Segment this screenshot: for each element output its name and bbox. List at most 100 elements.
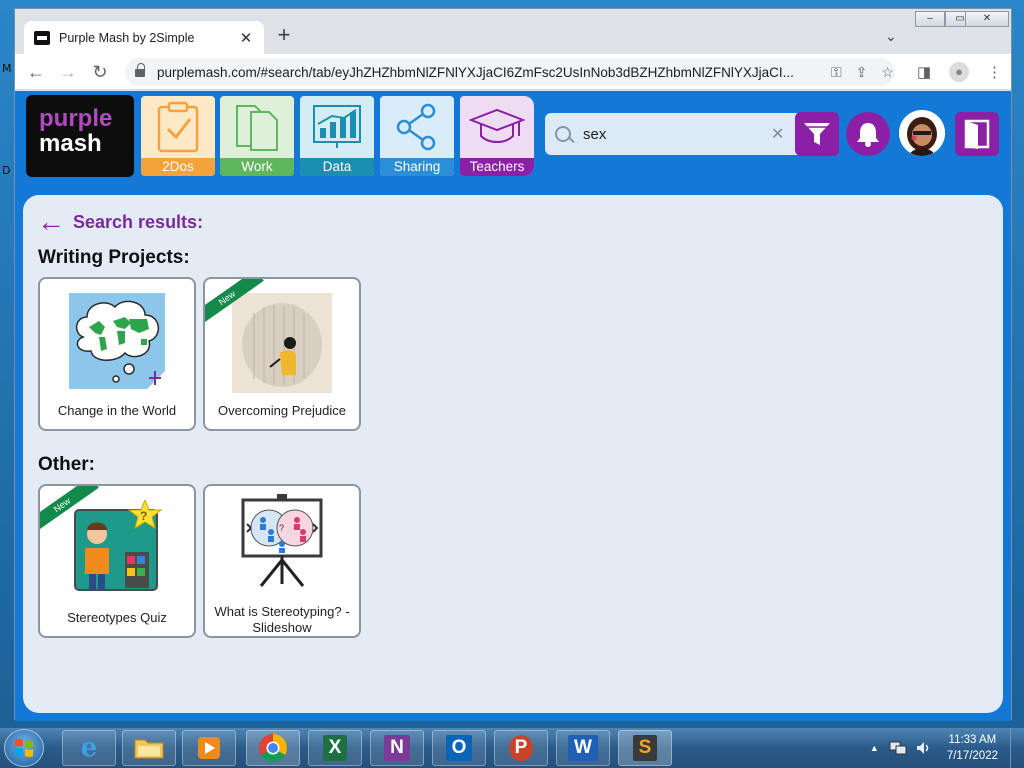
search-results-panel: ← Search results: Writing Projects: Chan… xyxy=(23,195,1003,713)
excel-icon: X xyxy=(322,735,348,761)
purple-mash-app: purple mash 2Dos Work Data Sharing Teach… xyxy=(15,91,1011,721)
result-card-what-is-stereotyping[interactable]: ? What is Stereotyping? - Slideshow xyxy=(203,484,361,638)
tab-close-button[interactable]: ✕ xyxy=(238,29,254,47)
logout-button[interactable] xyxy=(955,112,999,156)
profile-avatar-icon[interactable]: ● xyxy=(949,62,969,82)
back-arrow-icon: ← xyxy=(37,206,65,237)
nav-2dos-label: 2Dos xyxy=(141,158,215,176)
prejudice-illustration-icon xyxy=(205,293,359,397)
desktop-edge-text: M xyxy=(2,62,12,75)
new-tab-button[interactable]: + xyxy=(273,24,295,47)
result-card-caption: Overcoming Prejudice xyxy=(218,403,346,418)
slideshow-easel-icon: ? xyxy=(205,494,359,598)
url-text[interactable]: purplemash.com/#search/tab/eyJhZHZhbmNlZ… xyxy=(157,65,817,80)
ie-icon: e xyxy=(80,733,98,763)
search-results-title: Search results: xyxy=(73,211,204,232)
search-box: ✕ xyxy=(545,113,805,155)
purple-mash-logo[interactable]: purple mash xyxy=(26,95,134,177)
back-to-search-button[interactable]: ← Search results: xyxy=(37,206,204,237)
browser-tab[interactable]: Purple Mash by 2Simple ✕ xyxy=(24,21,264,54)
logo-line-1: purple xyxy=(39,105,113,132)
browser-toolbar: ← → ↻ purplemash.com/#search/tab/eyJhZHZ… xyxy=(15,54,1011,90)
nav-sharing[interactable]: Sharing xyxy=(380,96,454,176)
taskbar-powerpoint[interactable]: P xyxy=(494,730,548,766)
taskbar-onenote[interactable]: N xyxy=(370,730,424,766)
key-icon[interactable]: ⚿ xyxy=(831,64,842,81)
show-hidden-icons-icon[interactable]: ▲ xyxy=(870,743,879,753)
avatar-face-icon xyxy=(899,110,945,156)
side-panel-icon[interactable]: ◨ xyxy=(917,63,931,81)
sublime-text-icon: S xyxy=(632,735,658,761)
result-card-caption: Stereotypes Quiz xyxy=(67,610,167,625)
search-icon xyxy=(555,126,571,142)
clipboard-check-icon xyxy=(141,96,215,158)
nav-teachers-label: Teachers xyxy=(460,158,534,176)
nav-sharing-label: Sharing xyxy=(380,158,454,176)
network-icon[interactable] xyxy=(889,740,907,756)
taskbar-excel[interactable]: X xyxy=(308,730,362,766)
svg-text:?: ? xyxy=(279,523,284,533)
taskbar-sublime[interactable]: S xyxy=(618,730,672,766)
chrome-icon xyxy=(259,734,287,762)
share-network-icon xyxy=(380,96,454,158)
back-button[interactable]: ← xyxy=(25,61,47,83)
share-icon[interactable]: ⇪ xyxy=(856,64,868,81)
result-card-caption: Change in the World xyxy=(57,403,177,418)
windows-taskbar: e X N O P W S ▲ 11:33 AM 7/17/2022 xyxy=(0,728,1024,768)
start-button[interactable] xyxy=(4,729,44,767)
tab-search-button[interactable]: ⌄ xyxy=(885,28,897,45)
browser-window: Purple Mash by 2Simple ✕ + ⌄ – ▭ ✕ ← → ↻… xyxy=(14,8,1012,721)
result-card-overcoming-prejudice[interactable]: New Overcoming Prejudice xyxy=(203,277,361,431)
result-card-change-in-the-world[interactable]: Change in the World xyxy=(38,277,196,431)
taskbar-media-player[interactable] xyxy=(182,730,236,766)
taskbar-outlook[interactable]: O xyxy=(432,730,486,766)
filter-button[interactable] xyxy=(795,112,839,156)
taskbar-ie[interactable]: e xyxy=(62,730,116,766)
taskbar-word[interactable]: W xyxy=(556,730,610,766)
browser-menu-icon[interactable]: ⋮ xyxy=(987,63,1002,81)
onenote-icon: N xyxy=(384,735,410,761)
powerpoint-icon: P xyxy=(508,735,534,761)
volume-icon[interactable] xyxy=(915,740,931,756)
system-tray: ▲ 11:33 AM 7/17/2022 xyxy=(870,732,998,764)
bell-icon xyxy=(857,123,879,147)
tab-strip: Purple Mash by 2Simple ✕ + ⌄ – ▭ ✕ xyxy=(15,9,1011,54)
lock-icon xyxy=(135,62,145,78)
nav-data[interactable]: Data xyxy=(300,96,374,176)
tab-title: Purple Mash by 2Simple xyxy=(59,30,195,45)
address-bar[interactable]: purplemash.com/#search/tab/eyJhZHZhbmNlZ… xyxy=(125,58,895,86)
forward-button[interactable]: → xyxy=(57,61,79,83)
logo-line-2: mash xyxy=(39,130,102,157)
clear-search-icon[interactable]: ✕ xyxy=(771,124,784,144)
taskbar-explorer[interactable] xyxy=(122,730,176,766)
notifications-button[interactable] xyxy=(846,112,890,156)
bookmark-star-icon[interactable]: ☆ xyxy=(881,64,894,81)
show-desktop-button[interactable] xyxy=(1010,728,1024,768)
filter-icon xyxy=(804,123,830,145)
outlook-icon: O xyxy=(445,735,473,761)
close-window-button[interactable]: ✕ xyxy=(965,11,1009,27)
section-title-other: Other: xyxy=(38,454,95,475)
documents-icon xyxy=(220,96,294,158)
nav-2dos[interactable]: 2Dos xyxy=(141,96,215,176)
nav-work[interactable]: Work xyxy=(220,96,294,176)
minimize-button[interactable]: – xyxy=(915,11,945,27)
quiz-illustration-icon: ? xyxy=(40,500,194,604)
svg-text:?: ? xyxy=(140,509,147,523)
nav-work-label: Work xyxy=(220,158,294,176)
world-thought-cloud-icon xyxy=(40,293,194,397)
section-title-writing-projects: Writing Projects: xyxy=(38,247,190,268)
search-input[interactable] xyxy=(583,125,763,143)
clock-date: 7/17/2022 xyxy=(946,750,998,762)
taskbar-clock[interactable]: 11:33 AM 7/17/2022 xyxy=(947,732,998,764)
door-icon xyxy=(964,119,990,149)
clock-time: 11:33 AM xyxy=(948,734,997,746)
user-avatar[interactable] xyxy=(899,110,945,156)
nav-teachers[interactable]: Teachers xyxy=(460,96,534,176)
graduation-cap-icon xyxy=(460,96,534,158)
desktop-edge-text: D xyxy=(2,164,11,177)
taskbar-chrome[interactable] xyxy=(246,730,300,766)
reload-button[interactable]: ↻ xyxy=(89,61,111,83)
result-card-stereotypes-quiz[interactable]: New ? Stereotypes Quiz xyxy=(38,484,196,638)
favicon-icon xyxy=(34,30,50,45)
